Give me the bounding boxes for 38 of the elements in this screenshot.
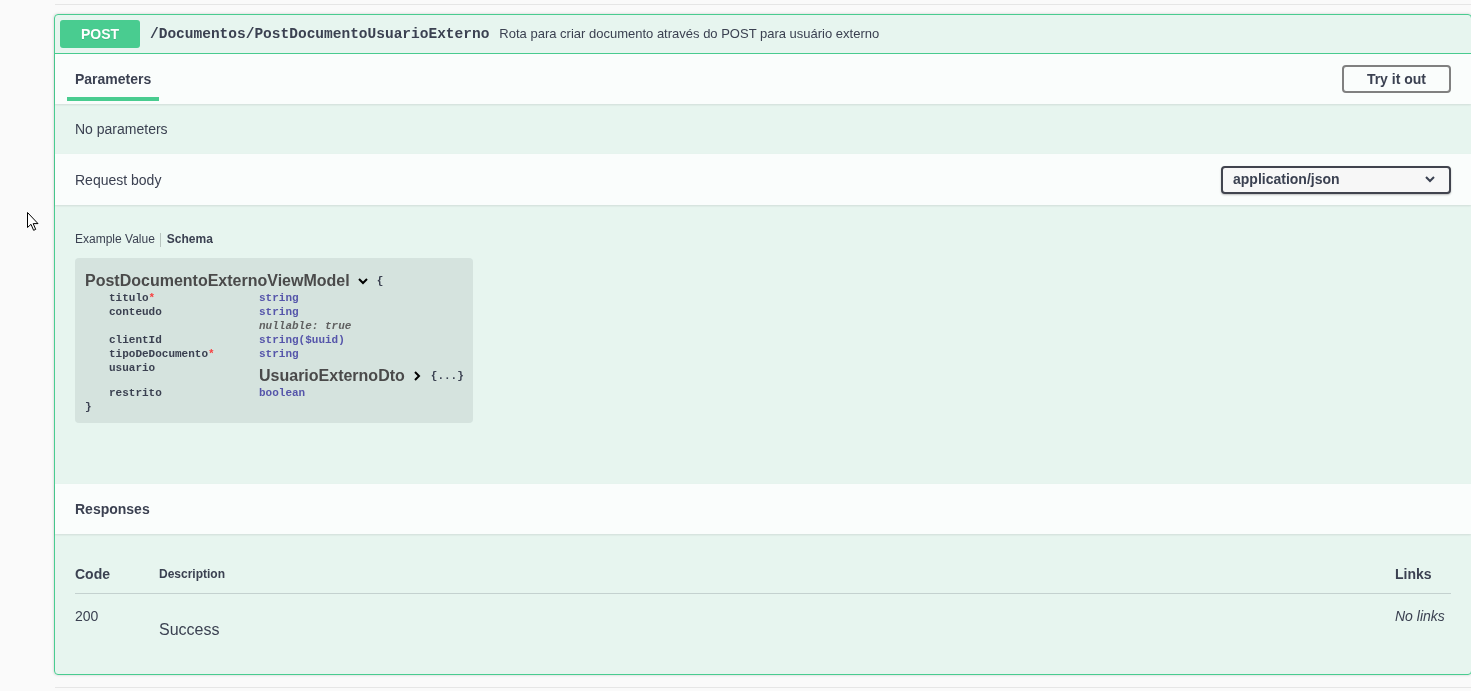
open-brace: {	[376, 274, 384, 288]
response-description: Success	[159, 620, 221, 639]
chevron-right-icon[interactable]	[413, 371, 421, 381]
column-header: Links	[1395, 554, 1451, 594]
view-tab[interactable]: Schema	[166, 232, 213, 247]
nested-model-name[interactable]: UsuarioExternoDto	[259, 366, 405, 386]
collapsed-model-text: {...}	[430, 369, 464, 383]
property-name: tipoDeDocumento*	[109, 347, 216, 361]
property-type: boolean	[259, 386, 306, 400]
chevron-down-icon[interactable]	[357, 277, 368, 285]
content-type-dropdown[interactable]: application/json	[1221, 165, 1451, 194]
property-type: string($uuid)	[259, 333, 345, 347]
property-name: clientId	[109, 333, 163, 347]
property-name: restrito	[109, 386, 163, 400]
endpoint-path: /Documentos/PostDocumentoUsuarioExterno	[149, 25, 491, 43]
response-code: 200	[75, 608, 99, 624]
property-name: conteudo	[109, 305, 163, 319]
property-type: string	[259, 305, 299, 319]
mouse-pointer-icon	[27, 212, 39, 231]
property-type: string	[259, 291, 299, 305]
endpoint-description: Rota para criar documento através do POST para usuário externo	[499, 26, 880, 42]
response-links: No links	[1395, 608, 1445, 624]
column-header: Description	[159, 554, 1395, 594]
parameters-tab[interactable]: Parameters	[67, 59, 160, 101]
close-brace: }	[85, 400, 92, 414]
http-method-badge: POST	[60, 20, 140, 48]
property-name: usuario	[109, 361, 157, 375]
responses-heading: Responses	[75, 500, 150, 518]
nullable-note: nullable: true	[259, 319, 352, 333]
column-header: Code	[75, 554, 159, 594]
dropdown-chevron-icon[interactable]	[1425, 176, 1435, 183]
property-name: titulo*	[109, 291, 157, 305]
view-tab[interactable]: Example Value	[75, 232, 155, 247]
property-type: string	[259, 347, 299, 361]
no-parameters-text: No parameters	[74, 120, 169, 139]
try-it-out-button[interactable]: Try it out	[1341, 65, 1451, 93]
model-title[interactable]: PostDocumentoExternoViewModel	[85, 271, 350, 291]
request-body-heading: Request body	[75, 170, 162, 189]
